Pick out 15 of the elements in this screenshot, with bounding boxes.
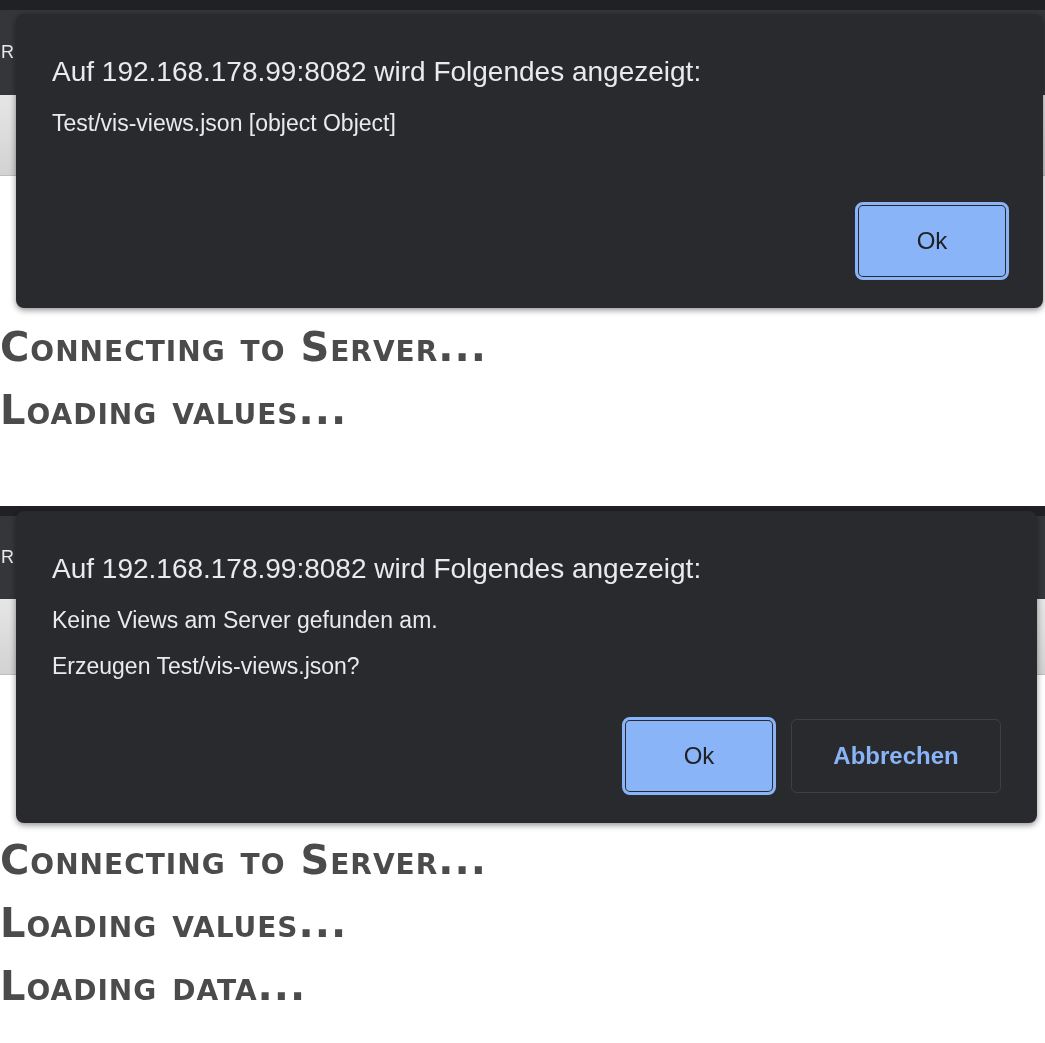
dialog-message: Erzeugen Test/vis-views.json? xyxy=(52,652,360,681)
status-text: Loading data... xyxy=(0,962,307,1011)
dialog-message: Keine Views am Server gefunden am. xyxy=(52,606,438,635)
tab-title: R xyxy=(1,547,14,568)
dialog-title: Auf 192.168.178.99:8082 wird Folgendes angezeigt: xyxy=(52,55,702,89)
ok-button[interactable]: Ok xyxy=(857,204,1007,278)
status-text: Connecting to Server... xyxy=(0,836,487,885)
ok-button[interactable]: Ok xyxy=(624,719,774,793)
dialog-message: Test/vis-views.json [object Object] xyxy=(52,109,396,138)
cancel-button[interactable]: Abbrechen xyxy=(791,719,1001,793)
status-text: Loading values... xyxy=(0,899,348,948)
tab-title: R xyxy=(1,42,14,63)
status-text: Connecting to Server... xyxy=(0,323,487,372)
status-text: Loading values... xyxy=(0,386,348,435)
dialog-title: Auf 192.168.178.99:8082 wird Folgendes angezeigt: xyxy=(52,552,702,586)
